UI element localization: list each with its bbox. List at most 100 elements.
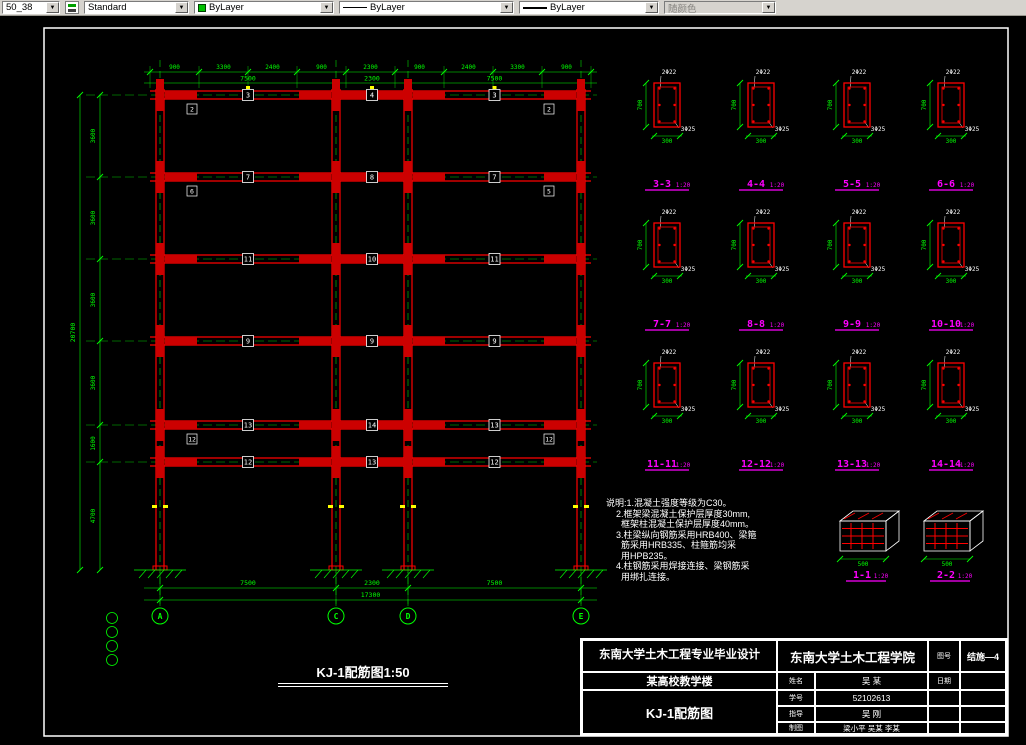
properties-toolbar: 50_38 ▼ Standard ▼ ByLayer ▼ ByLayer ▼ B… <box>0 0 1026 16</box>
svg-text:14-14: 14-14 <box>931 459 961 470</box>
student-name: 吴 某 <box>815 672 928 690</box>
notes-block: 说明:1.混凝土强度等级为C30。 2.框架梁混凝土保护层厚度30mm, 框架柱… <box>606 498 811 582</box>
svg-text:E: E <box>579 612 584 621</box>
linetype-combo[interactable]: ByLayer ▼ <box>339 1 514 14</box>
svg-text:2Φ22: 2Φ22 <box>662 349 677 356</box>
svg-text:12-12: 12-12 <box>741 459 771 470</box>
svg-text:500: 500 <box>942 561 953 568</box>
svg-text:300: 300 <box>852 418 863 425</box>
svg-text:300: 300 <box>756 418 767 425</box>
chevron-down-icon[interactable]: ▼ <box>500 2 513 13</box>
svg-text:2Φ22: 2Φ22 <box>946 209 961 216</box>
svg-text:1:20: 1:20 <box>866 322 881 329</box>
svg-text:700: 700 <box>731 99 738 110</box>
svg-text:13: 13 <box>244 422 252 430</box>
svg-text:13: 13 <box>368 459 376 467</box>
svg-text:1:20: 1:20 <box>958 573 973 580</box>
svg-text:300: 300 <box>756 138 767 145</box>
svg-text:2Φ22: 2Φ22 <box>662 69 677 76</box>
svg-text:2Φ22: 2Φ22 <box>852 69 867 76</box>
svg-text:6: 6 <box>190 188 194 196</box>
frame-elevation: 900 3300 2400 900 2300 900 2400 3300 900 7500 2300… <box>69 60 607 666</box>
text-style-value: Standard <box>88 2 127 13</box>
svg-text:1:20: 1:20 <box>770 462 785 469</box>
svg-text:12: 12 <box>490 459 498 467</box>
text-style-icon[interactable] <box>65 1 79 14</box>
project-title: 东南大学土木工程专业毕业设计 <box>582 640 777 672</box>
svg-text:900: 900 <box>169 64 180 71</box>
note-line: 2.框架梁混凝土保护层厚度30mm, <box>606 508 751 519</box>
student-id: 52102613 <box>815 690 928 706</box>
svg-text:3300: 3300 <box>216 64 231 71</box>
svg-text:3Φ25: 3Φ25 <box>965 406 980 413</box>
svg-text:20700: 20700 <box>69 323 77 343</box>
empty-cell <box>928 706 960 722</box>
svg-text:1:20: 1:20 <box>770 182 785 189</box>
svg-text:700: 700 <box>827 379 834 390</box>
svg-text:1:20: 1:20 <box>676 462 691 469</box>
svg-text:8-8: 8-8 <box>747 319 765 330</box>
svg-text:1-1: 1-1 <box>853 570 871 581</box>
svg-text:900: 900 <box>414 64 425 71</box>
svg-text:3Φ25: 3Φ25 <box>775 266 790 273</box>
svg-text:700: 700 <box>637 99 644 110</box>
svg-text:3Φ25: 3Φ25 <box>681 406 696 413</box>
svg-text:9: 9 <box>246 338 250 346</box>
color-combo[interactable]: ByLayer ▼ <box>194 1 334 14</box>
svg-text:7500: 7500 <box>487 579 503 587</box>
svg-text:500: 500 <box>858 561 869 568</box>
svg-text:12: 12 <box>244 459 252 467</box>
linetype-preview-icon <box>343 7 367 8</box>
svg-text:4: 4 <box>370 92 374 100</box>
dim-style-combo[interactable]: 50_38 ▼ <box>2 1 60 14</box>
lineweight-value: ByLayer <box>550 2 585 13</box>
svg-text:12: 12 <box>545 436 553 444</box>
svg-text:700: 700 <box>921 99 928 110</box>
chevron-down-icon: ▼ <box>762 2 775 13</box>
cad-drawing[interactable]: 900 3300 2400 900 2300 900 2400 3300 9007500 2300… <box>0 16 1026 740</box>
svg-text:2Φ22: 2Φ22 <box>756 349 771 356</box>
svg-text:3Φ25: 3Φ25 <box>775 126 790 133</box>
svg-text:3Φ25: 3Φ25 <box>871 406 886 413</box>
svg-text:3Φ25: 3Φ25 <box>871 266 886 273</box>
linetype-value: ByLayer <box>370 2 405 13</box>
svg-text:2Φ22: 2Φ22 <box>852 349 867 356</box>
drawing-canvas[interactable]: 900 3300 2400 900 2300 900 2400 3300 900 7500 2300… <box>0 16 1026 740</box>
text-style-combo[interactable]: Standard ▼ <box>84 1 189 14</box>
svg-text:3: 3 <box>492 92 496 100</box>
empty-cell <box>960 722 1006 734</box>
svg-text:1:20: 1:20 <box>676 182 691 189</box>
svg-text:3300: 3300 <box>510 64 525 71</box>
dim-style-value: 50_38 <box>6 2 33 13</box>
name-label: 姓名 <box>777 672 815 690</box>
chevron-down-icon[interactable]: ▼ <box>645 2 658 13</box>
empty-cell <box>928 690 960 706</box>
svg-text:A: A <box>158 612 163 621</box>
chevron-down-icon[interactable]: ▼ <box>46 2 59 13</box>
svg-text:10: 10 <box>368 256 376 264</box>
note-line: 框架柱混凝土保护层厚度40mm。 <box>606 519 755 529</box>
draft-label: 制图 <box>777 722 815 734</box>
drawing-no-label: 图号 <box>928 640 960 672</box>
svg-text:4700: 4700 <box>90 508 97 523</box>
svg-text:2Φ22: 2Φ22 <box>662 209 677 216</box>
chevron-down-icon[interactable]: ▼ <box>175 2 188 13</box>
chevron-down-icon[interactable]: ▼ <box>320 2 333 13</box>
svg-text:3Φ25: 3Φ25 <box>965 126 980 133</box>
note-line: 4.柱钢筋采用焊接连接、梁钢筋采 <box>606 561 750 571</box>
svg-text:7: 7 <box>492 174 496 182</box>
color-swatch-icon <box>198 3 206 12</box>
svg-text:2: 2 <box>190 106 194 114</box>
svg-text:5: 5 <box>547 188 551 196</box>
building-name: 某高校教学楼 <box>582 672 777 690</box>
svg-text:2Φ22: 2Φ22 <box>756 209 771 216</box>
svg-text:300: 300 <box>662 138 673 145</box>
svg-text:3Φ25: 3Φ25 <box>775 406 790 413</box>
drawing-title: KJ-1配筋图1:50 <box>278 662 448 687</box>
svg-text:1:20: 1:20 <box>960 322 975 329</box>
svg-text:700: 700 <box>827 99 834 110</box>
lineweight-combo[interactable]: ByLayer ▼ <box>519 1 659 14</box>
svg-text:12: 12 <box>188 436 196 444</box>
svg-text:C: C <box>334 612 339 621</box>
svg-text:3600: 3600 <box>90 375 97 390</box>
